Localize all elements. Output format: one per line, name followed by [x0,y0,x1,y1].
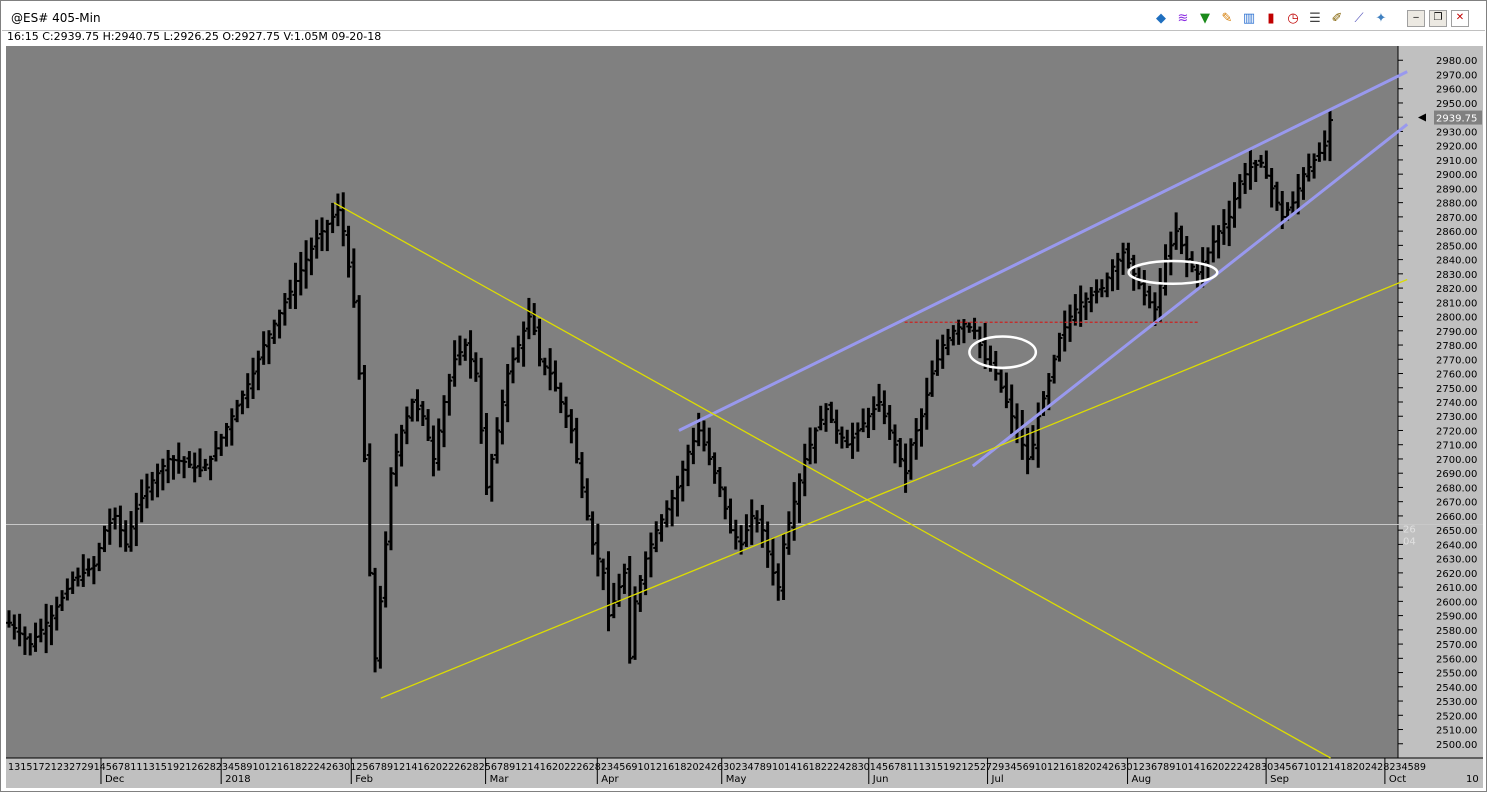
y-tick-label: 2850.00 [1436,241,1477,252]
y-tick-label: 2700.00 [1436,455,1477,466]
y-tick-label: 2720.00 [1436,426,1477,437]
y-tick-label: 2820.00 [1436,284,1477,295]
y-tick-label: 2920.00 [1436,142,1477,153]
month-label: Jun [872,774,889,785]
y-tick-label: 2600.00 [1436,597,1477,608]
y-tick-label: 2930.00 [1436,127,1477,138]
y-tick-label: 2770.00 [1436,355,1477,366]
y-tick-label: 2630.00 [1436,555,1477,566]
y-tick-label: 2890.00 [1436,184,1477,195]
y-tick-label: 2980.00 [1436,56,1477,67]
month-label: Jul [991,774,1004,785]
y-tick-label: 2620.00 [1436,569,1477,580]
plot-area[interactable] [6,46,1398,758]
month-label: Dec [105,774,124,785]
y-tick-label: 2910.00 [1436,156,1477,167]
y-tick-label: 2670.00 [1436,498,1477,509]
y-tick-label: 2500.00 [1436,740,1477,751]
y-tick-label: 2660.00 [1436,512,1477,523]
y-tick-label: 2780.00 [1436,341,1477,352]
y-tick-label: 2960.00 [1436,85,1477,96]
y-tick-label: 2790.00 [1436,327,1477,338]
y-tick-label: 2840.00 [1436,256,1477,267]
y-tick-label: 2900.00 [1436,170,1477,181]
y-tick-label: 2680.00 [1436,483,1477,494]
price-chart[interactable]: 2980.002970.002960.002950.002940.002930.… [0,0,1487,792]
y-tick-label: 2650.00 [1436,526,1477,537]
month-label: May [726,774,747,785]
y-tick-label: 2860.00 [1436,227,1477,238]
y-tick-label: 2690.00 [1436,469,1477,480]
y-tick-label: 2510.00 [1436,726,1477,737]
y-tick-label: 2570.00 [1436,640,1477,651]
month-label: Oct [1389,774,1406,785]
y-tick-label: 2970.00 [1436,70,1477,81]
y-tick-label: 2730.00 [1436,412,1477,423]
month-label: Sep [1270,774,1289,785]
y-tick-label: 2870.00 [1436,213,1477,224]
y-tick-label: 2950.00 [1436,99,1477,110]
month-label: Mar [490,774,510,785]
crosshair-label-bottom: 04 [1403,536,1416,547]
x-tail-tick-label: 10 [1466,774,1479,785]
y-tick-label: 2880.00 [1436,199,1477,210]
y-tick-label: 2590.00 [1436,612,1477,623]
y-tick-label: 2810.00 [1436,298,1477,309]
y-tick-label: 2800.00 [1436,313,1477,324]
y-tick-label: 2580.00 [1436,626,1477,637]
month-label: Aug [1132,774,1152,785]
y-tick-label: 2540.00 [1436,683,1477,694]
y-tick-label: 2640.00 [1436,540,1477,551]
y-tick-label: 2560.00 [1436,654,1477,665]
y-tick-label: 2520.00 [1436,711,1477,722]
y-tick-label: 2710.00 [1436,441,1477,452]
y-tick-label: 2550.00 [1436,669,1477,680]
y-tick-label: 2750.00 [1436,384,1477,395]
month-label: Feb [355,774,373,785]
y-tick-label: 2530.00 [1436,697,1477,708]
y-tick-label: 2610.00 [1436,583,1477,594]
y-tick-label: 2830.00 [1436,270,1477,281]
y-tick-label: 2740.00 [1436,398,1477,409]
crosshair-label-top: 26 [1403,524,1416,535]
month-label: 2018 [225,774,250,785]
y-tick-label: 2760.00 [1436,370,1477,381]
month-label: Apr [601,774,619,785]
last-price-label: 2939.75 [1436,114,1477,125]
